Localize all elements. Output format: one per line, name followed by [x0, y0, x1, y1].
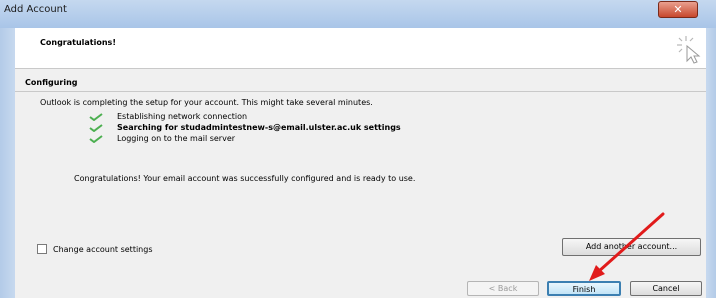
dialog-header: Congratulations!	[15, 28, 706, 69]
finish-button[interactable]: Finish	[547, 281, 621, 296]
back-button[interactable]: < Back	[467, 281, 539, 296]
section-title: Configuring	[25, 78, 78, 87]
step-label: Establishing network connection	[117, 112, 248, 121]
header-title: Congratulations!	[40, 38, 116, 47]
cancel-button[interactable]: Cancel	[630, 281, 702, 296]
checkmark-icon	[89, 124, 103, 132]
checkmark-icon	[89, 113, 103, 121]
cursor-click-icon	[677, 36, 701, 64]
step-label: Logging on to the mail server	[117, 134, 236, 143]
divider	[15, 91, 706, 92]
window-frame-left	[0, 28, 15, 298]
add-another-account-button[interactable]: Add another account...	[562, 238, 701, 256]
step-label: Searching for studadmintestnew-s@email.u…	[117, 123, 401, 132]
window-frame-right	[706, 28, 716, 298]
close-button[interactable]: ✕	[658, 1, 698, 18]
title-bar: Add Account ✕	[0, 0, 716, 28]
intro-text: Outlook is completing the setup for your…	[40, 98, 373, 107]
success-message: Congratulations! Your email account was …	[74, 174, 416, 183]
window-title: Add Account	[4, 4, 67, 15]
change-settings-label[interactable]: Change account settings	[53, 245, 153, 254]
checkmark-icon	[89, 135, 103, 143]
change-settings-checkbox[interactable]	[37, 244, 47, 254]
